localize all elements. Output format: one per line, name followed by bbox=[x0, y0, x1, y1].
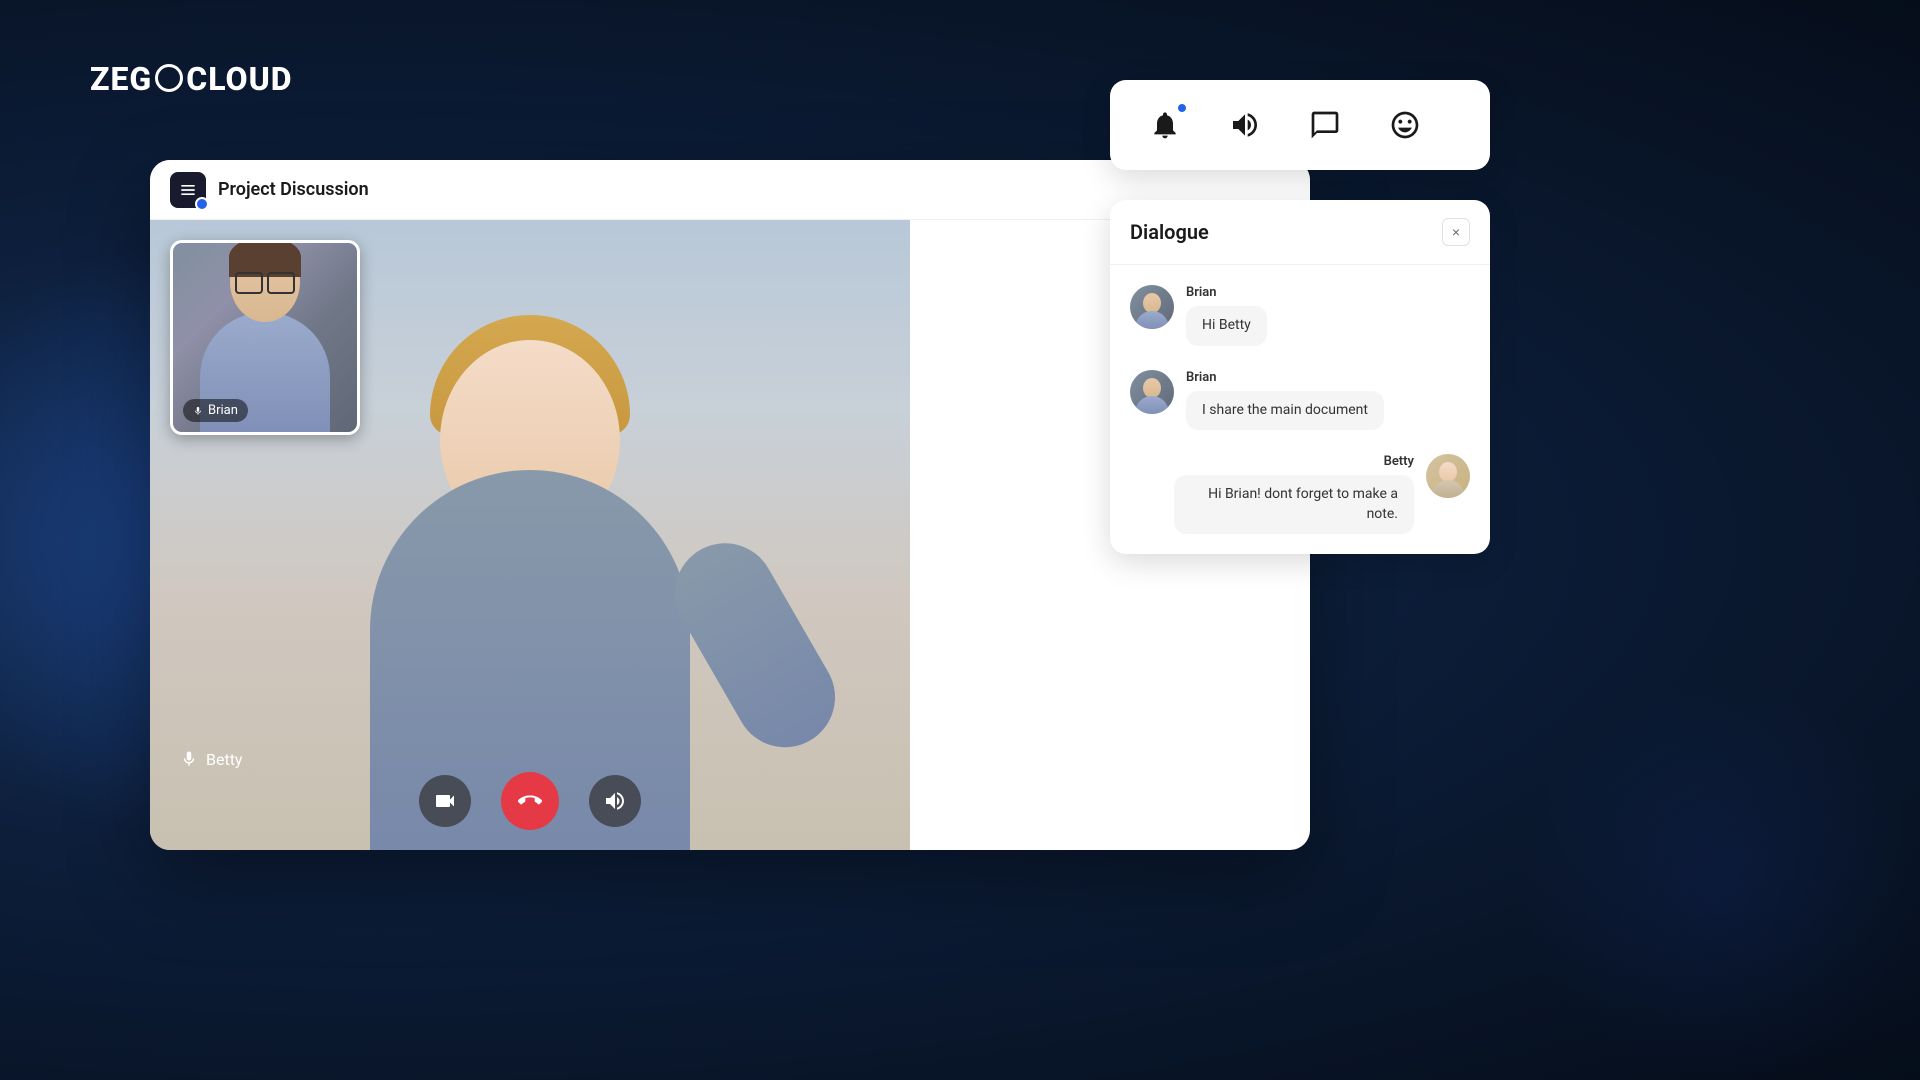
logo-text: ZEG bbox=[90, 60, 152, 98]
brian-avatar bbox=[1130, 285, 1174, 329]
message-sender-betty: Betty bbox=[1130, 454, 1414, 469]
message-row: Brian I share the main document bbox=[1130, 370, 1470, 431]
brian-name-label: Brian bbox=[208, 403, 238, 418]
betty-avatar-figure bbox=[1431, 458, 1465, 498]
message-content-betty: Betty Hi Brian! dont forget to make a no… bbox=[1130, 454, 1414, 534]
dialogue-header: Dialogue × bbox=[1110, 200, 1490, 265]
brian-avatar-figure bbox=[1135, 289, 1169, 329]
page-title: Project Discussion bbox=[218, 179, 369, 200]
chat-button[interactable] bbox=[1300, 100, 1350, 150]
message-row: Brian Hi Betty bbox=[1130, 285, 1470, 346]
brian-head bbox=[230, 242, 300, 322]
brian-glasses bbox=[235, 272, 295, 292]
message-content-2: Brian I share the main document bbox=[1186, 370, 1470, 431]
message-bubble-betty: Hi Brian! dont forget to make a note. bbox=[1174, 475, 1414, 534]
main-container: Project Discussion bbox=[150, 160, 1310, 850]
dialogue-title: Dialogue bbox=[1130, 220, 1209, 244]
dialogue-close-button[interactable]: × bbox=[1442, 218, 1470, 246]
notification-badge bbox=[1176, 102, 1188, 114]
dialogue-panel: Dialogue × Brian Hi Betty bbox=[1110, 200, 1490, 554]
project-icon bbox=[170, 172, 206, 208]
betty-name-label: Betty bbox=[206, 750, 243, 769]
bottom-controls bbox=[150, 772, 910, 830]
emoji-button[interactable] bbox=[1380, 100, 1430, 150]
brian-name-badge: Brian bbox=[183, 399, 248, 422]
logo-cloud: CLOUD bbox=[186, 60, 292, 98]
camera-button[interactable] bbox=[419, 775, 471, 827]
betty-name-badge: Betty bbox=[180, 748, 243, 770]
toolbar-panel bbox=[1110, 80, 1490, 170]
message-sender-2: Brian bbox=[1186, 370, 1470, 385]
message-bubble: Hi Betty bbox=[1186, 306, 1267, 346]
message-row-betty: Betty Hi Brian! dont forget to make a no… bbox=[1130, 454, 1470, 534]
video-area: Brian Betty bbox=[150, 220, 910, 850]
logo-o bbox=[155, 64, 183, 92]
notifications-button[interactable] bbox=[1140, 100, 1190, 150]
sound-button[interactable] bbox=[1220, 100, 1270, 150]
end-call-button[interactable] bbox=[501, 772, 559, 830]
brian-pip-video: Brian bbox=[170, 240, 360, 435]
message-bubble-2: I share the main document bbox=[1186, 391, 1384, 431]
betty-avatar bbox=[1426, 454, 1470, 498]
message-sender: Brian bbox=[1186, 285, 1470, 300]
brian-avatar-2 bbox=[1130, 370, 1174, 414]
dialogue-messages: Brian Hi Betty Brian I share the main do… bbox=[1110, 265, 1490, 554]
speaker-button[interactable] bbox=[589, 775, 641, 827]
brian-avatar-figure-2 bbox=[1135, 374, 1169, 414]
message-content: Brian Hi Betty bbox=[1186, 285, 1470, 346]
logo: ZEG CLOUD bbox=[90, 60, 293, 98]
